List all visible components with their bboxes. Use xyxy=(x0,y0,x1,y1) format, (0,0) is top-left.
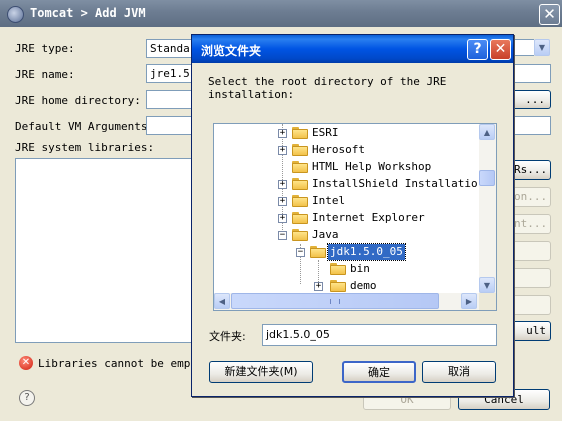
folder-input[interactable]: jdk1.5.0_05 xyxy=(262,324,497,346)
restore-default-button[interactable]: ult xyxy=(514,321,551,341)
help-icon[interactable]: ? xyxy=(19,390,35,406)
tree-item[interactable]: + InstallShield Installation I xyxy=(214,176,478,192)
up-button[interactable] xyxy=(514,268,551,288)
add-external-jars-button[interactable]: Rs... xyxy=(514,160,551,180)
tree-vertical-scrollbar[interactable]: ▲ ▼ xyxy=(479,124,496,293)
scroll-up-icon[interactable]: ▲ xyxy=(479,124,495,140)
jre-name-label: JRE name: xyxy=(15,68,75,81)
tree-item-label: HTML Help Workshop xyxy=(312,160,432,173)
open-folder-icon xyxy=(292,229,308,241)
tree-horizontal-scrollbar[interactable]: ◀ ▶ xyxy=(214,293,496,310)
tree-item[interactable]: − Java xyxy=(214,227,478,243)
tree-item[interactable]: HTML Help Workshop xyxy=(214,159,478,175)
tree-item-label: bin xyxy=(350,262,370,275)
folder-icon xyxy=(292,144,308,156)
tree-item-selected[interactable]: − jdk1.5.0_05 xyxy=(214,243,478,261)
scroll-down-icon[interactable]: ▼ xyxy=(479,277,495,293)
new-folder-button[interactable]: 新建文件夹(M) xyxy=(209,361,313,383)
tree-item-label: InstallShield Installation I xyxy=(312,177,478,190)
down-button[interactable] xyxy=(514,295,551,315)
folder-tree[interactable]: + ESRI + Herosoft HTML Help Workshop + I… xyxy=(213,123,497,311)
horizontal-scroll-thumb[interactable] xyxy=(231,293,439,309)
expand-plus-icon[interactable]: + xyxy=(278,180,287,189)
tree-item-label: Herosoft xyxy=(312,143,365,156)
tree-item[interactable]: + Internet Explorer xyxy=(214,210,478,226)
tree-item-label: Internet Explorer xyxy=(312,211,425,224)
tree-item[interactable]: + ESRI xyxy=(214,125,478,141)
dialog-instruction: Select the root directory of the JRE ins… xyxy=(208,75,447,101)
back-window-close-icon[interactable]: ✕ xyxy=(539,4,560,25)
expand-plus-icon[interactable]: + xyxy=(278,214,287,223)
browse-folder-dialog: 浏览文件夹 ? ✕ Select the root directory of t… xyxy=(191,34,514,397)
folder-icon xyxy=(292,127,308,139)
jre-type-dropdown-chevron-down-icon[interactable]: ▼ xyxy=(534,39,550,56)
error-message: Libraries cannot be empty xyxy=(38,357,204,370)
jre-type-label: JRE type: xyxy=(15,42,75,55)
collapse-minus-icon[interactable]: − xyxy=(296,248,305,257)
vertical-scroll-thumb[interactable] xyxy=(479,170,495,186)
tree-item-label: Intel xyxy=(312,194,346,207)
dialog-help-icon[interactable]: ? xyxy=(467,39,488,60)
folder-icon xyxy=(292,195,308,207)
eclipse-app-icon xyxy=(7,6,24,23)
jre-name-input-right[interactable] xyxy=(514,64,551,83)
tree-item-label: Java xyxy=(312,228,339,241)
scroll-grip-icon xyxy=(330,299,340,304)
back-window-title: Tomcat > Add JVM xyxy=(30,6,146,20)
tree-item[interactable]: + Herosoft xyxy=(214,142,478,158)
error-icon: ✕ xyxy=(19,356,33,370)
collapse-minus-icon[interactable]: − xyxy=(278,231,287,240)
browse-button[interactable]: ... xyxy=(514,90,551,109)
tree-item-label: demo xyxy=(350,279,377,292)
tree-item-label: ESRI xyxy=(312,126,339,139)
expand-plus-icon[interactable]: + xyxy=(314,282,323,291)
tree-item[interactable]: bin xyxy=(214,261,478,277)
tree-item[interactable]: + demo xyxy=(214,278,478,294)
default-vm-args-input-right[interactable] xyxy=(514,116,551,135)
jre-libraries-list[interactable] xyxy=(15,158,205,343)
source-attachment-button[interactable]: nt... xyxy=(514,214,551,234)
expand-plus-icon[interactable]: + xyxy=(278,129,287,138)
folder-icon xyxy=(292,178,308,190)
scroll-right-icon[interactable]: ▶ xyxy=(461,293,477,309)
javadoc-location-button[interactable]: on... xyxy=(514,187,551,207)
open-folder-icon xyxy=(310,246,326,258)
tree-item-label: jdk1.5.0_05 xyxy=(327,243,406,261)
dialog-title: 浏览文件夹 xyxy=(201,44,262,58)
dialog-ok-button[interactable]: 确定 xyxy=(342,361,416,383)
remove-button[interactable] xyxy=(514,241,551,261)
scroll-corner xyxy=(479,293,496,310)
expand-plus-icon[interactable]: + xyxy=(278,197,287,206)
folder-icon xyxy=(330,263,346,275)
expand-plus-icon[interactable]: + xyxy=(278,146,287,155)
folder-label: 文件夹: xyxy=(209,330,246,343)
folder-icon xyxy=(292,212,308,224)
folder-icon xyxy=(292,161,308,173)
jre-home-label: JRE home directory: xyxy=(15,94,141,107)
dialog-close-icon[interactable]: ✕ xyxy=(490,39,511,60)
folder-icon xyxy=(330,280,346,292)
default-vm-args-label: Default VM Arguments: xyxy=(15,120,155,133)
jre-type-select-right[interactable] xyxy=(514,39,534,56)
scroll-left-icon[interactable]: ◀ xyxy=(214,293,230,309)
tree-item[interactable]: + Intel xyxy=(214,193,478,209)
dialog-cancel-button[interactable]: 取消 xyxy=(422,361,496,383)
jre-libraries-label: JRE system libraries: xyxy=(15,141,155,154)
